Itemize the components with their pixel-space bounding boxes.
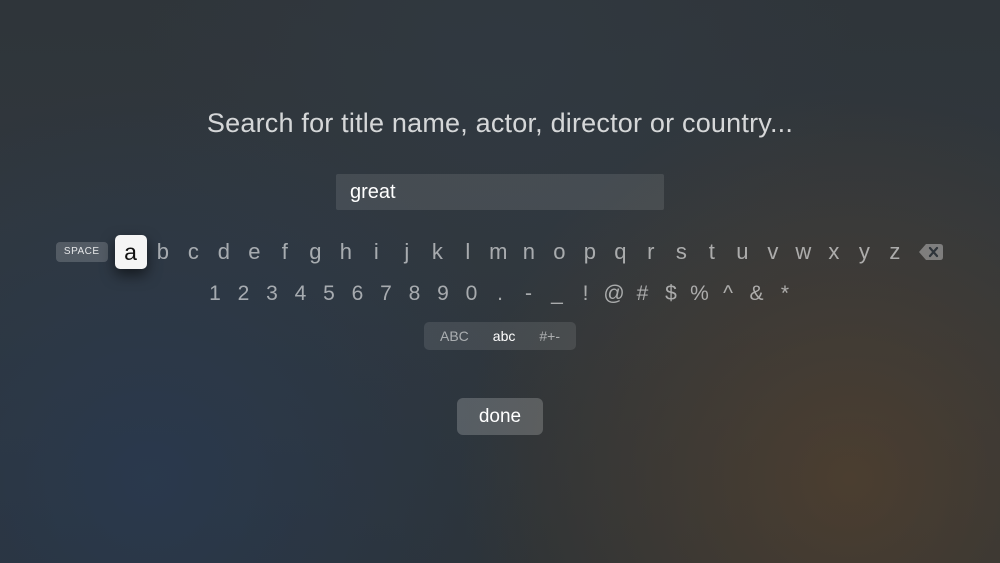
key-caret[interactable]: ^	[714, 280, 743, 308]
key-dash[interactable]: -	[514, 280, 543, 308]
key-at[interactable]: @	[600, 280, 629, 308]
key-z[interactable]: z	[880, 236, 911, 268]
key-g[interactable]: g	[300, 236, 331, 268]
key-7[interactable]: 7	[372, 280, 401, 308]
key-p[interactable]: p	[575, 236, 606, 268]
key-percent[interactable]: %	[685, 280, 714, 308]
key-y[interactable]: y	[849, 236, 880, 268]
key-f[interactable]: f	[270, 236, 301, 268]
mode-uppercase[interactable]: ABC	[428, 322, 481, 350]
keyboard-row-digits: 1 2 3 4 5 6 7 8 9 0 . - _ ! @ # $ % ^ & …	[201, 280, 800, 308]
key-amp[interactable]: &	[742, 280, 771, 308]
key-8[interactable]: 8	[400, 280, 429, 308]
space-key[interactable]: SPACE	[56, 242, 108, 262]
key-dollar[interactable]: $	[657, 280, 686, 308]
key-r[interactable]: r	[636, 236, 667, 268]
key-x[interactable]: x	[819, 236, 850, 268]
key-period[interactable]: .	[486, 280, 515, 308]
backspace-icon	[918, 243, 944, 261]
key-o[interactable]: o	[544, 236, 575, 268]
search-value: great	[350, 181, 396, 204]
key-star[interactable]: *	[771, 280, 800, 308]
mode-lowercase[interactable]: abc	[481, 322, 528, 350]
done-button[interactable]: done	[457, 398, 543, 435]
key-v[interactable]: v	[758, 236, 789, 268]
key-3[interactable]: 3	[258, 280, 287, 308]
key-6[interactable]: 6	[343, 280, 372, 308]
delete-key[interactable]	[918, 242, 944, 262]
key-q[interactable]: q	[605, 236, 636, 268]
key-k[interactable]: k	[422, 236, 453, 268]
key-a[interactable]: a	[115, 235, 147, 269]
key-1[interactable]: 1	[201, 280, 230, 308]
keyboard-mode-bar: ABC abc #+-	[424, 322, 576, 350]
key-m[interactable]: m	[483, 236, 514, 268]
key-2[interactable]: 2	[229, 280, 258, 308]
key-h[interactable]: h	[331, 236, 362, 268]
key-hash[interactable]: #	[628, 280, 657, 308]
key-e[interactable]: e	[239, 236, 270, 268]
key-u[interactable]: u	[727, 236, 758, 268]
key-j[interactable]: j	[392, 236, 423, 268]
key-9[interactable]: 9	[429, 280, 458, 308]
key-0[interactable]: 0	[457, 280, 486, 308]
keyboard-row-letters: SPACE a b c d e f g h i j k l m n o p q …	[56, 234, 944, 270]
key-5[interactable]: 5	[315, 280, 344, 308]
key-4[interactable]: 4	[286, 280, 315, 308]
key-s[interactable]: s	[666, 236, 697, 268]
mode-symbols[interactable]: #+-	[527, 322, 572, 350]
key-exclaim[interactable]: !	[571, 280, 600, 308]
key-b[interactable]: b	[148, 236, 179, 268]
key-d[interactable]: d	[209, 236, 240, 268]
key-w[interactable]: w	[788, 236, 819, 268]
key-l[interactable]: l	[453, 236, 484, 268]
key-c[interactable]: c	[178, 236, 209, 268]
key-n[interactable]: n	[514, 236, 545, 268]
key-underscore[interactable]: _	[543, 280, 572, 308]
search-prompt: Search for title name, actor, director o…	[207, 108, 793, 139]
search-input[interactable]: great	[336, 174, 664, 210]
key-t[interactable]: t	[697, 236, 728, 268]
key-i[interactable]: i	[361, 236, 392, 268]
